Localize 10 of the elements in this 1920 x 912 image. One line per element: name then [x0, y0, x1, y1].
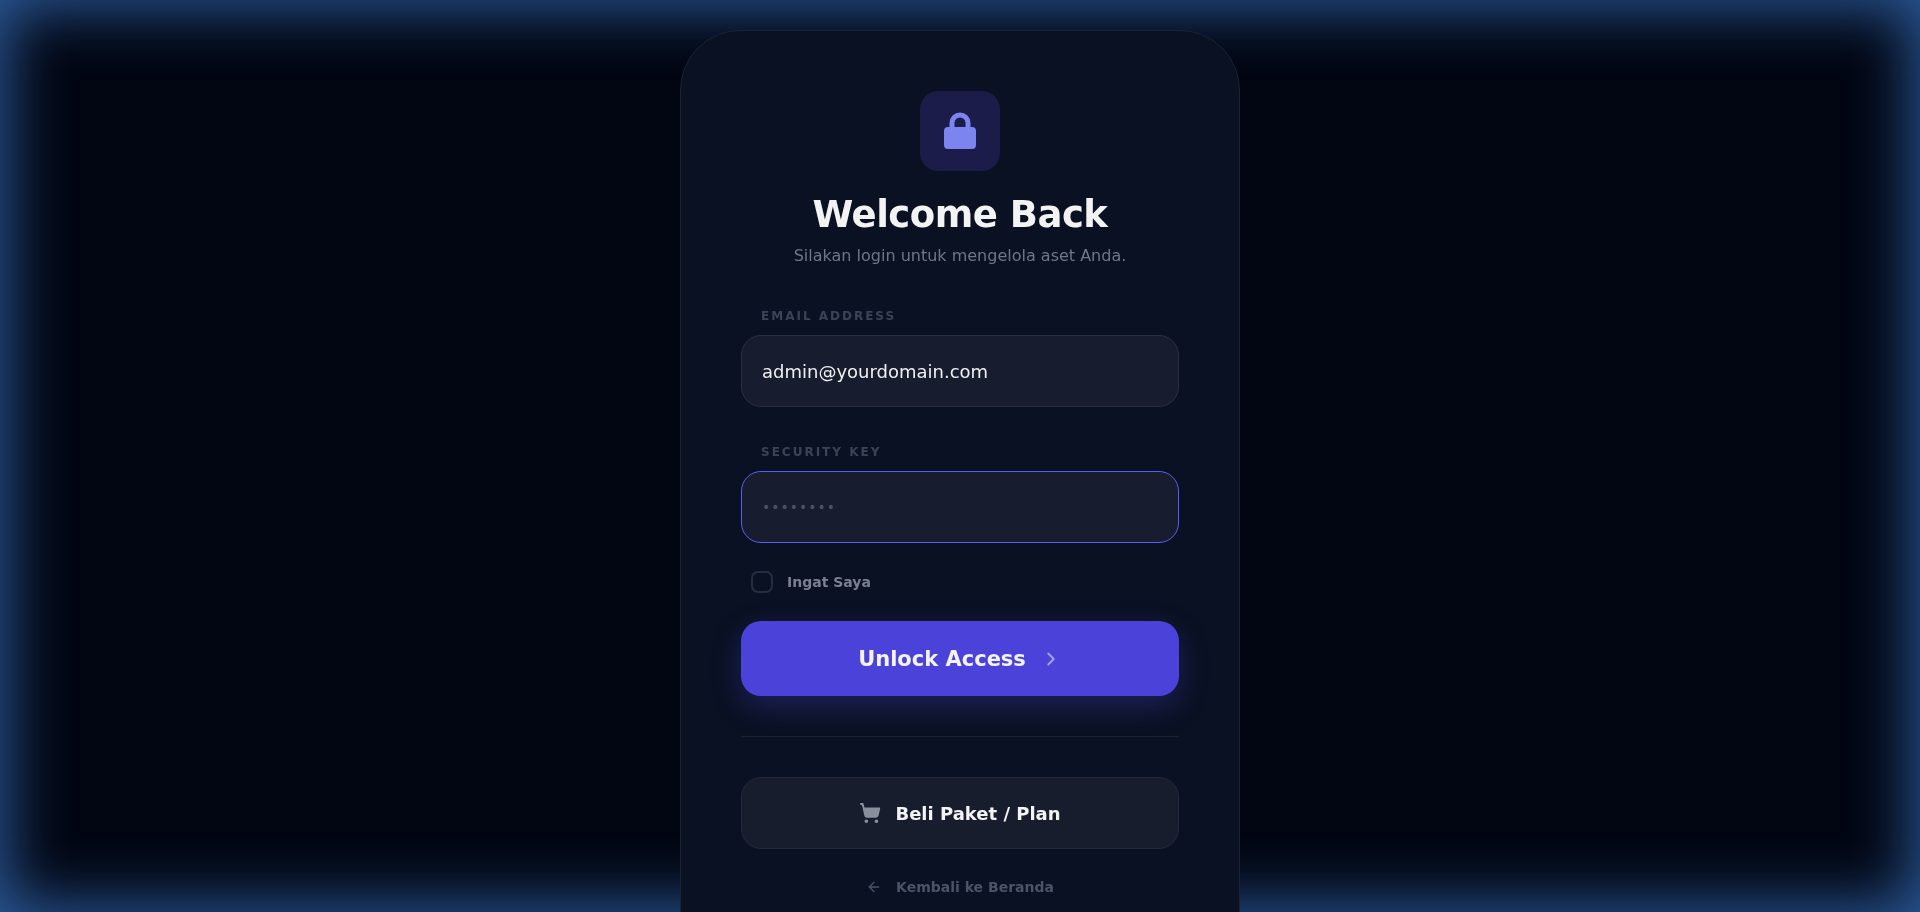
- password-field[interactable]: ••••••••: [741, 471, 1179, 543]
- checkbox-label: Ingat Saya: [787, 574, 871, 590]
- plan-button[interactable]: Beli Paket / Plan: [741, 777, 1179, 849]
- lock-icon: [920, 91, 1000, 171]
- cart-icon: [859, 802, 882, 824]
- email-field[interactable]: admin@yourdomain.com: [741, 335, 1179, 407]
- subtitle: Silakan login untuk mengelola aset Anda.: [793, 246, 1127, 265]
- unlock-button[interactable]: Unlock Access: [741, 621, 1179, 696]
- page-title: Welcome Back: [812, 193, 1108, 236]
- checkbox[interactable]: [751, 571, 773, 593]
